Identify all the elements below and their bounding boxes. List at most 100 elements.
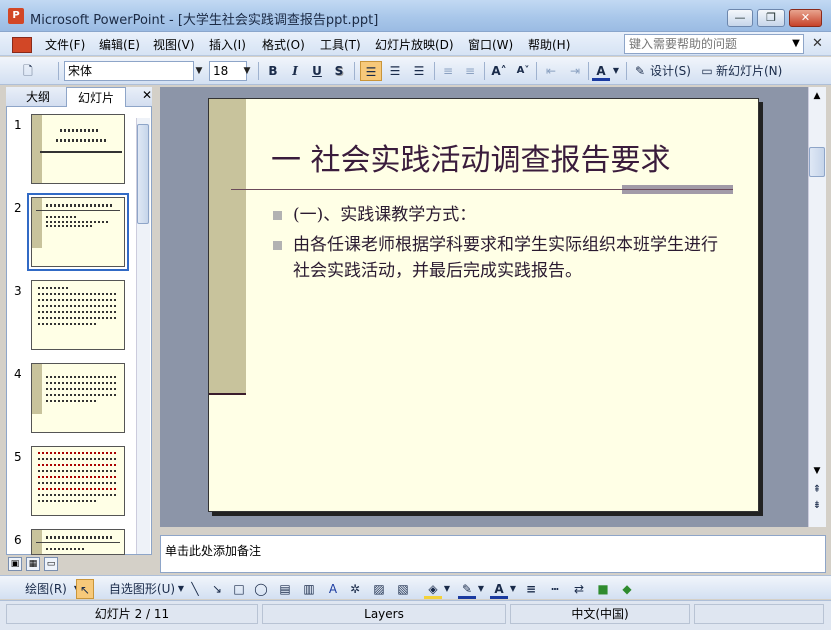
- arrow-style-icon[interactable]: ⇄: [570, 579, 588, 599]
- slide-thumbnail-3[interactable]: [31, 280, 125, 350]
- oval-icon[interactable]: ◯: [252, 579, 270, 599]
- wordart-icon[interactable]: A: [324, 579, 342, 599]
- font-name-combo[interactable]: 宋体: [64, 61, 194, 81]
- menu-insert[interactable]: 插入(I): [209, 36, 246, 53]
- status-bar: 幻灯片 2 / 11 Layers 中文(中国): [0, 600, 831, 630]
- document-close-button[interactable]: ✕: [812, 36, 823, 51]
- menu-tools[interactable]: 工具(T): [320, 36, 361, 53]
- menu-view[interactable]: 视图(V): [153, 36, 195, 53]
- text-shadow-button[interactable]: S: [330, 61, 348, 81]
- menu-file[interactable]: 文件(F): [45, 36, 85, 53]
- window-title: Microsoft PowerPoint - [大学生社会实践调查报告ppt.p…: [30, 13, 379, 28]
- decrease-font-size-icon[interactable]: A˅: [512, 61, 534, 81]
- bold-button[interactable]: B: [264, 61, 282, 81]
- text-box-icon[interactable]: ▤: [276, 579, 294, 599]
- chevron-down-icon[interactable]: ▼: [476, 579, 486, 599]
- line-icon[interactable]: ╲: [186, 579, 204, 599]
- next-slide-icon[interactable]: ⇟: [808, 498, 826, 514]
- chevron-down-icon[interactable]: ▼: [442, 579, 452, 599]
- align-center-icon[interactable]: ☰: [384, 61, 406, 81]
- rectangle-icon[interactable]: □: [230, 579, 248, 599]
- picture-icon[interactable]: ▧: [394, 579, 412, 599]
- toolbar-separator: [258, 62, 259, 80]
- notes-pane[interactable]: 单击此处添加备注: [160, 535, 826, 573]
- slide-indicator: 幻灯片 2 / 11: [6, 604, 258, 624]
- new-document-icon[interactable]: 🗋: [18, 61, 38, 81]
- select-arrow-icon[interactable]: ↖: [76, 579, 94, 599]
- slide-canvas[interactable]: 一 社会实践活动调查报告要求 (一)、实践课教学方式： 由各任课老师根据学科要求…: [208, 98, 759, 512]
- arrow-icon[interactable]: ↘: [208, 579, 226, 599]
- design-button[interactable]: 设计(S): [650, 61, 696, 81]
- slide-number: 3: [14, 284, 22, 298]
- font-color-icon[interactable]: A: [592, 61, 610, 81]
- close-icon[interactable]: ✕: [142, 88, 152, 102]
- menu-window[interactable]: 窗口(W): [468, 36, 513, 53]
- slide-sorter-icon[interactable]: ▦: [26, 557, 40, 571]
- slide-thumbnail-6[interactable]: [31, 529, 125, 555]
- chevron-down-icon[interactable]: ▼: [176, 579, 186, 599]
- decrease-indent-icon[interactable]: ⇤: [540, 61, 562, 81]
- bullet-marker: [273, 241, 282, 250]
- scroll-down-icon[interactable]: ▼: [808, 462, 826, 480]
- scrollbar-thumb[interactable]: [809, 147, 825, 177]
- 3d-style-icon[interactable]: ◆: [618, 579, 636, 599]
- vertical-text-box-icon[interactable]: ▥: [300, 579, 318, 599]
- slide-thumbnail-5[interactable]: [31, 446, 125, 516]
- align-left-icon[interactable]: ☰: [360, 61, 382, 81]
- menu-bar: 文件(F) 编辑(E) 视图(V) 插入(I) 格式(O) 工具(T) 幻灯片放…: [0, 32, 831, 56]
- minimize-button[interactable]: —: [727, 9, 753, 27]
- slideshow-view-icon[interactable]: ▭: [44, 557, 58, 571]
- slide-number: 2: [14, 201, 22, 215]
- menu-help[interactable]: 帮助(H): [528, 36, 570, 53]
- font-color-icon[interactable]: A: [490, 579, 508, 599]
- powerpoint-app-icon[interactable]: P: [8, 8, 24, 24]
- menu-edit[interactable]: 编辑(E): [99, 36, 140, 53]
- chevron-down-icon[interactable]: ▼: [193, 62, 205, 80]
- slide-thumbnail-1[interactable]: [31, 114, 125, 184]
- clip-art-icon[interactable]: ▨: [370, 579, 388, 599]
- toolbar-separator: [58, 62, 59, 80]
- language-indicator: 中文(中国): [510, 604, 690, 624]
- chevron-down-icon[interactable]: ▼: [241, 62, 253, 80]
- close-button[interactable]: ✕: [789, 9, 822, 27]
- diagram-icon[interactable]: ✲: [346, 579, 364, 599]
- shadow-style-icon[interactable]: ■: [594, 579, 612, 599]
- slide-bullet-1[interactable]: (一)、实践课教学方式：: [293, 202, 733, 228]
- chevron-down-icon[interactable]: ▼: [508, 579, 518, 599]
- underline-button[interactable]: U: [308, 61, 326, 81]
- tab-outline[interactable]: 大纲: [16, 87, 60, 107]
- menu-slideshow[interactable]: 幻灯片放映(D): [375, 36, 454, 53]
- italic-button[interactable]: I: [286, 61, 304, 81]
- align-right-icon[interactable]: ☰: [408, 61, 430, 81]
- document-icon[interactable]: [12, 37, 32, 53]
- slide-thumbnail-2[interactable]: [27, 193, 129, 271]
- autoshapes-menu-button[interactable]: 自选图形(U): [106, 579, 178, 599]
- scrollbar-thumb[interactable]: [137, 124, 149, 224]
- previous-slide-icon[interactable]: ⇞: [808, 482, 826, 498]
- normal-view-icon[interactable]: ▣: [8, 557, 22, 571]
- restore-button[interactable]: ❐: [757, 9, 785, 27]
- menu-format[interactable]: 格式(O): [262, 36, 305, 53]
- line-style-icon[interactable]: ≡: [522, 579, 540, 599]
- chevron-down-icon[interactable]: ▼: [789, 35, 803, 53]
- slide-thumbnail-4[interactable]: [31, 363, 125, 433]
- dash-style-icon[interactable]: ┅: [546, 579, 564, 599]
- chevron-down-icon[interactable]: ▼: [611, 61, 621, 81]
- increase-indent-icon[interactable]: ⇥: [564, 61, 586, 81]
- increase-font-size-icon[interactable]: A˄: [488, 61, 510, 81]
- fill-color-icon[interactable]: ◈: [424, 579, 442, 599]
- scroll-up-icon[interactable]: ▲: [808, 87, 826, 105]
- slide-bullet-2[interactable]: 由各任课老师根据学科要求和学生实际组织本班学生进行社会实践活动，并最后完成实践报…: [293, 232, 733, 284]
- help-search-input[interactable]: [624, 34, 804, 54]
- new-slide-button[interactable]: 新幻灯片(N): [716, 61, 788, 81]
- design-template-name: Layers: [262, 604, 506, 624]
- draw-menu-button[interactable]: 绘图(R): [20, 579, 72, 599]
- tab-slides[interactable]: 幻灯片: [66, 87, 126, 107]
- drawing-toolbar: 绘图(R) ▼ ↖ 自选图形(U) ▼ ╲ ↘ □ ◯ ▤ ▥ A ✲ ▨ ▧ …: [0, 575, 831, 599]
- new-slide-icon: ▭: [701, 64, 713, 78]
- bullets-icon[interactable]: ≡: [460, 61, 480, 81]
- slide-title[interactable]: 一 社会实践活动调查报告要求: [271, 135, 671, 179]
- slide-number: 1: [14, 118, 22, 132]
- line-color-icon[interactable]: ✎: [458, 579, 476, 599]
- numbering-icon[interactable]: ≡: [438, 61, 458, 81]
